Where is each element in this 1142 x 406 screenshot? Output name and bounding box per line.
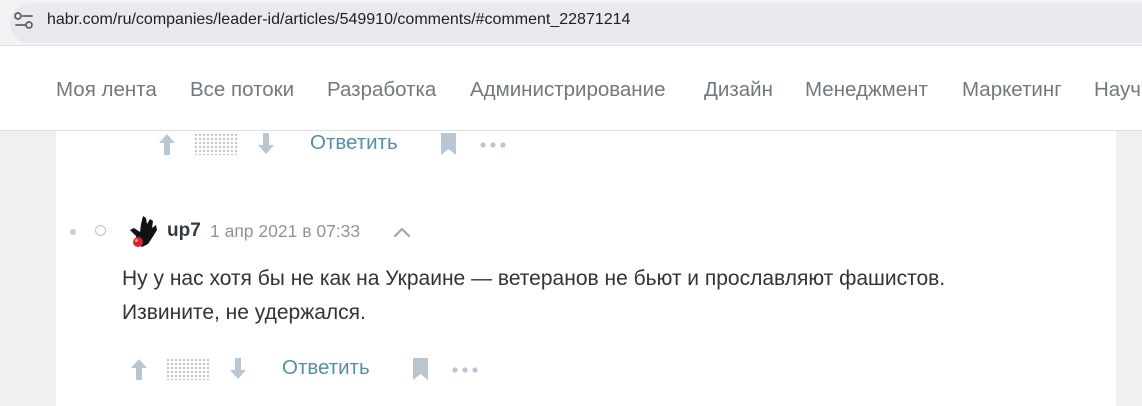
downvote-arrow-icon[interactable] [229,357,247,386]
url-text[interactable]: habr.com/ru/companies/leader-id/articles… [47,11,630,29]
nav-item-marketing[interactable]: Маркетинг [962,78,1062,102]
reply-button[interactable]: Ответить [310,131,398,155]
rating-score-hidden [194,133,238,155]
thread-branch-marker[interactable] [95,225,106,236]
nav-item-design[interactable]: Дизайн [704,78,773,102]
bookmark-icon[interactable] [440,132,457,161]
thread-level-dot [70,229,76,235]
comment-body: Ну у нас хотя бы не как на Украине — вет… [122,262,945,330]
user-avatar-icon[interactable] [126,214,160,255]
nav-item-management[interactable]: Менеджмент [805,78,928,102]
nav-item-my-feed[interactable]: Моя лента [56,78,157,102]
browser-address-bar: habr.com/ru/companies/leader-id/articles… [0,0,1142,46]
comment-timestamp[interactable]: 1 апр 2021 в 07:33 [210,221,360,242]
site-settings-icon[interactable] [14,12,33,29]
comment-line: Извините, не удержался. [122,301,366,324]
comment-author[interactable]: up7 [167,220,201,242]
more-options-icon[interactable] [480,138,506,156]
more-options-icon[interactable] [452,363,478,381]
upvote-arrow-icon[interactable] [130,357,148,386]
chevron-up-icon[interactable] [392,225,412,244]
nav-item-administration[interactable]: Администрирование [470,78,665,102]
nav-item-popsci[interactable]: Научпоп [1094,78,1142,102]
reply-button[interactable]: Ответить [282,356,370,380]
downvote-arrow-icon[interactable] [257,132,275,161]
nav-item-all-streams[interactable]: Все потоки [190,78,294,102]
bookmark-icon[interactable] [412,357,429,386]
hubs-navigation: Моя лента Все потоки Разработка Админист… [0,53,1142,131]
comment-line: Ну у нас хотя бы не как на Украине — вет… [122,267,946,290]
upvote-arrow-icon[interactable] [158,132,176,161]
rating-score-hidden [166,358,210,380]
nav-item-development[interactable]: Разработка [327,78,436,102]
